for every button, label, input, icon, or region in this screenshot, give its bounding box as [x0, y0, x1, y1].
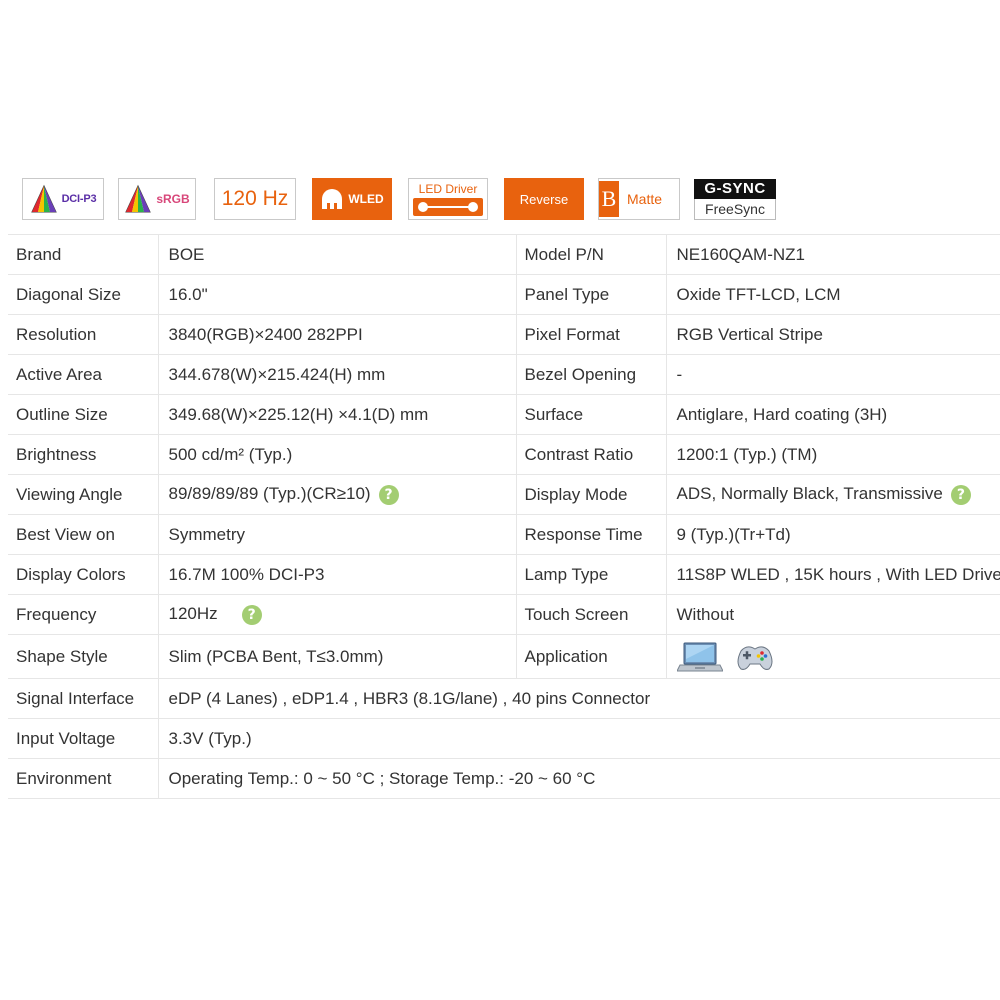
table-row: Outline Size 349.68(W)×225.12(H) ×4.1(D)…: [8, 394, 1000, 435]
spec-label: Diagonal Size: [8, 274, 159, 315]
spec-value: 16.0": [158, 274, 517, 315]
bulb-icon: [322, 189, 343, 209]
spec-value: BOE: [158, 234, 517, 275]
refresh-rate-label: 120 Hz: [221, 187, 289, 210]
srgb-badge: sRGB: [118, 178, 196, 220]
spec-value: 349.68(W)×225.12(H) ×4.1(D) mm: [158, 394, 517, 435]
spec-value: 500 cd/m² (Typ.): [158, 434, 517, 475]
spec-value: NE160QAM-NZ1: [666, 234, 1000, 275]
spec-label: Brand: [8, 234, 159, 275]
spec-label: Touch Screen: [516, 594, 667, 635]
table-row: Active Area 344.678(W)×215.424(H) mm Bez…: [8, 354, 1000, 395]
wled-label: WLED: [348, 192, 384, 206]
application-icons: [666, 634, 1000, 679]
help-icon[interactable]: ?: [378, 484, 399, 505]
spec-label: Input Voltage: [8, 718, 159, 759]
spec-value: 344.678(W)×215.424(H) mm: [158, 354, 517, 395]
led-driver-icon: [413, 198, 483, 216]
matte-label: Matte: [627, 191, 663, 207]
spec-label: Resolution: [8, 314, 159, 355]
spec-value: Slim (PCBA Bent, T≤3.0mm): [158, 634, 517, 679]
matte-icon: B: [599, 181, 619, 217]
table-row: Display Colors 16.7M 100% DCI-P3 Lamp Ty…: [8, 554, 1000, 595]
spec-value: Oxide TFT-LCD, LCM: [666, 274, 1000, 315]
table-row: Shape Style Slim (PCBA Bent, T≤3.0mm) Ap…: [8, 634, 1000, 679]
table-row: Environment Operating Temp.: 0 ~ 50 °C ;…: [8, 758, 1000, 799]
spec-label: Frequency: [8, 594, 159, 635]
help-icon[interactable]: ?: [241, 604, 262, 625]
help-icon[interactable]: ?: [950, 484, 971, 505]
wled-badge: WLED: [312, 178, 392, 220]
spec-value: 9 (Typ.)(Tr+Td): [666, 514, 1000, 555]
spec-label: Lamp Type: [516, 554, 667, 595]
reverse-badge: Reverse: [504, 178, 584, 220]
reverse-label: Reverse: [519, 191, 569, 207]
dci-p3-label: DCI-P3: [61, 193, 97, 205]
table-row: Brand BOE Model P/N NE160QAM-NZ1: [8, 234, 1000, 275]
table-row: Best View on Symmetry Response Time 9 (T…: [8, 514, 1000, 555]
spec-label: Panel Type: [516, 274, 667, 315]
spec-label: Application: [516, 634, 667, 679]
spec-label: Environment: [8, 758, 159, 799]
spec-value: 16.7M 100% DCI-P3: [158, 554, 517, 595]
table-row: Input Voltage 3.3V (Typ.): [8, 718, 1000, 759]
spec-value: 1200:1 (Typ.) (TM): [666, 434, 1000, 475]
gsync-freesync-badge: G-SYNC FreeSync: [694, 178, 776, 220]
spec-label: Viewing Angle: [8, 474, 159, 515]
matte-badge: B Matte: [598, 178, 680, 220]
spec-label: Surface: [516, 394, 667, 435]
spec-label: Contrast Ratio: [516, 434, 667, 475]
spec-value: 11S8P WLED , 15K hours , With LED Driver: [666, 554, 1000, 595]
spec-value: ADS, Normally Black, Transmissive: [676, 484, 943, 504]
spec-value: eDP (4 Lanes) , eDP1.4 , HBR3 (8.1G/lane…: [158, 678, 1000, 719]
spec-label: Model P/N: [516, 234, 667, 275]
spec-label: Best View on: [8, 514, 159, 555]
spec-label: Outline Size: [8, 394, 159, 435]
freesync-label: FreeSync: [694, 198, 776, 220]
spec-label: Display Colors: [8, 554, 159, 595]
led-driver-badge: LED Driver: [408, 178, 488, 220]
laptop-icon: [676, 642, 723, 671]
srgb-label: sRGB: [156, 192, 190, 206]
table-row: Frequency 120Hz? Touch Screen Without: [8, 594, 1000, 635]
refresh-rate-badge: 120 Hz: [214, 178, 296, 220]
spec-label: Pixel Format: [516, 314, 667, 355]
color-gamut-icon: [125, 184, 152, 213]
led-driver-label: LED Driver: [418, 182, 478, 196]
spec-value: Symmetry: [158, 514, 517, 555]
spec-value-cell: 89/89/89/89 (Typ.)(CR≥10)?: [158, 474, 517, 515]
gamepad-icon: [737, 645, 773, 670]
spec-value: 89/89/89/89 (Typ.)(CR≥10): [168, 484, 371, 504]
table-row: Diagonal Size 16.0" Panel Type Oxide TFT…: [8, 274, 1000, 315]
spec-table: Brand BOE Model P/N NE160QAM-NZ1 Diagona…: [8, 234, 1000, 799]
gsync-label: G-SYNC: [694, 178, 776, 199]
spec-value: Without: [666, 594, 1000, 635]
spec-value-cell: 120Hz?: [158, 594, 517, 635]
spec-label: Display Mode: [516, 474, 667, 515]
dci-p3-badge: DCI-P3: [22, 178, 104, 220]
spec-label: Bezel Opening: [516, 354, 667, 395]
spec-value: 3.3V (Typ.): [158, 718, 1000, 759]
spec-value: Antiglare, Hard coating (3H): [666, 394, 1000, 435]
spec-value: RGB Vertical Stripe: [666, 314, 1000, 355]
table-row: Signal Interface eDP (4 Lanes) , eDP1.4 …: [8, 678, 1000, 719]
spec-value: Operating Temp.: 0 ~ 50 °C ; Storage Tem…: [158, 758, 1000, 799]
spec-label: Active Area: [8, 354, 159, 395]
color-gamut-icon: [30, 184, 57, 213]
spec-value-cell: ADS, Normally Black, Transmissive?: [666, 474, 1000, 515]
spec-label: Response Time: [516, 514, 667, 555]
spec-value: -: [666, 354, 1000, 395]
spec-label: Brightness: [8, 434, 159, 475]
spec-value: 120Hz: [168, 604, 218, 624]
spec-label: Signal Interface: [8, 678, 159, 719]
table-row: Viewing Angle 89/89/89/89 (Typ.)(CR≥10)?…: [8, 474, 1000, 515]
spec-label: Shape Style: [8, 634, 159, 679]
table-row: Resolution 3840(RGB)×2400 282PPI Pixel F…: [8, 314, 1000, 355]
spec-value: 3840(RGB)×2400 282PPI: [158, 314, 517, 355]
table-row: Brightness 500 cd/m² (Typ.) Contrast Rat…: [8, 434, 1000, 475]
